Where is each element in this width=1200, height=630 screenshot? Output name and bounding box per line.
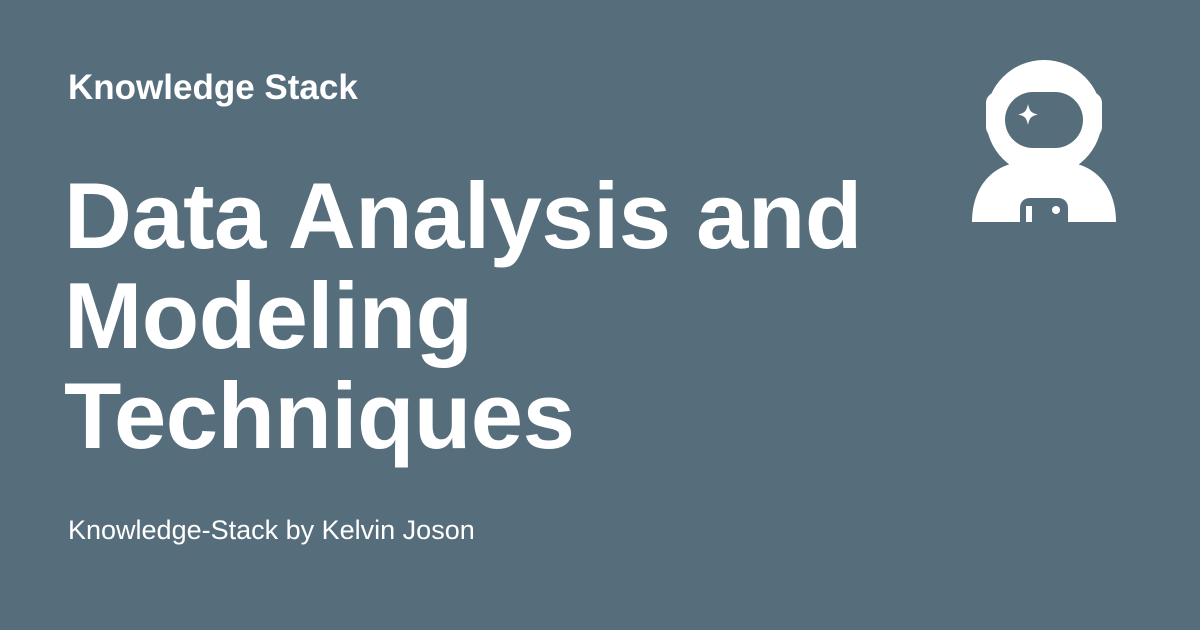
site-name: Knowledge Stack (68, 68, 358, 107)
page-title: Data Analysis and Modeling Techniques (64, 163, 862, 468)
astronaut-icon (972, 60, 1116, 222)
logo (968, 58, 1120, 228)
byline: Knowledge-Stack by Kelvin Joson (68, 515, 475, 545)
